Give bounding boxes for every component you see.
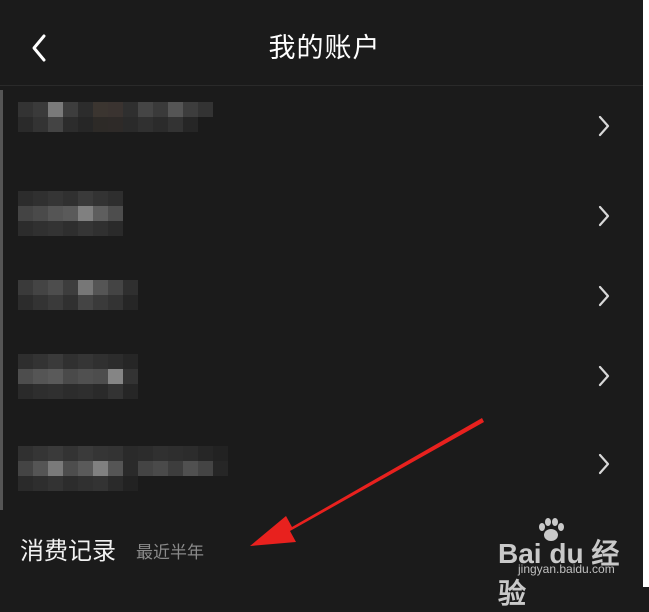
watermark-url: jingyan.baidu.com — [518, 562, 615, 576]
annotation-arrow — [250, 418, 484, 546]
right-edge — [643, 0, 649, 587]
baidu-jingyan-watermark: Bai du 经验 jingyan.baidu.com — [498, 518, 638, 609]
